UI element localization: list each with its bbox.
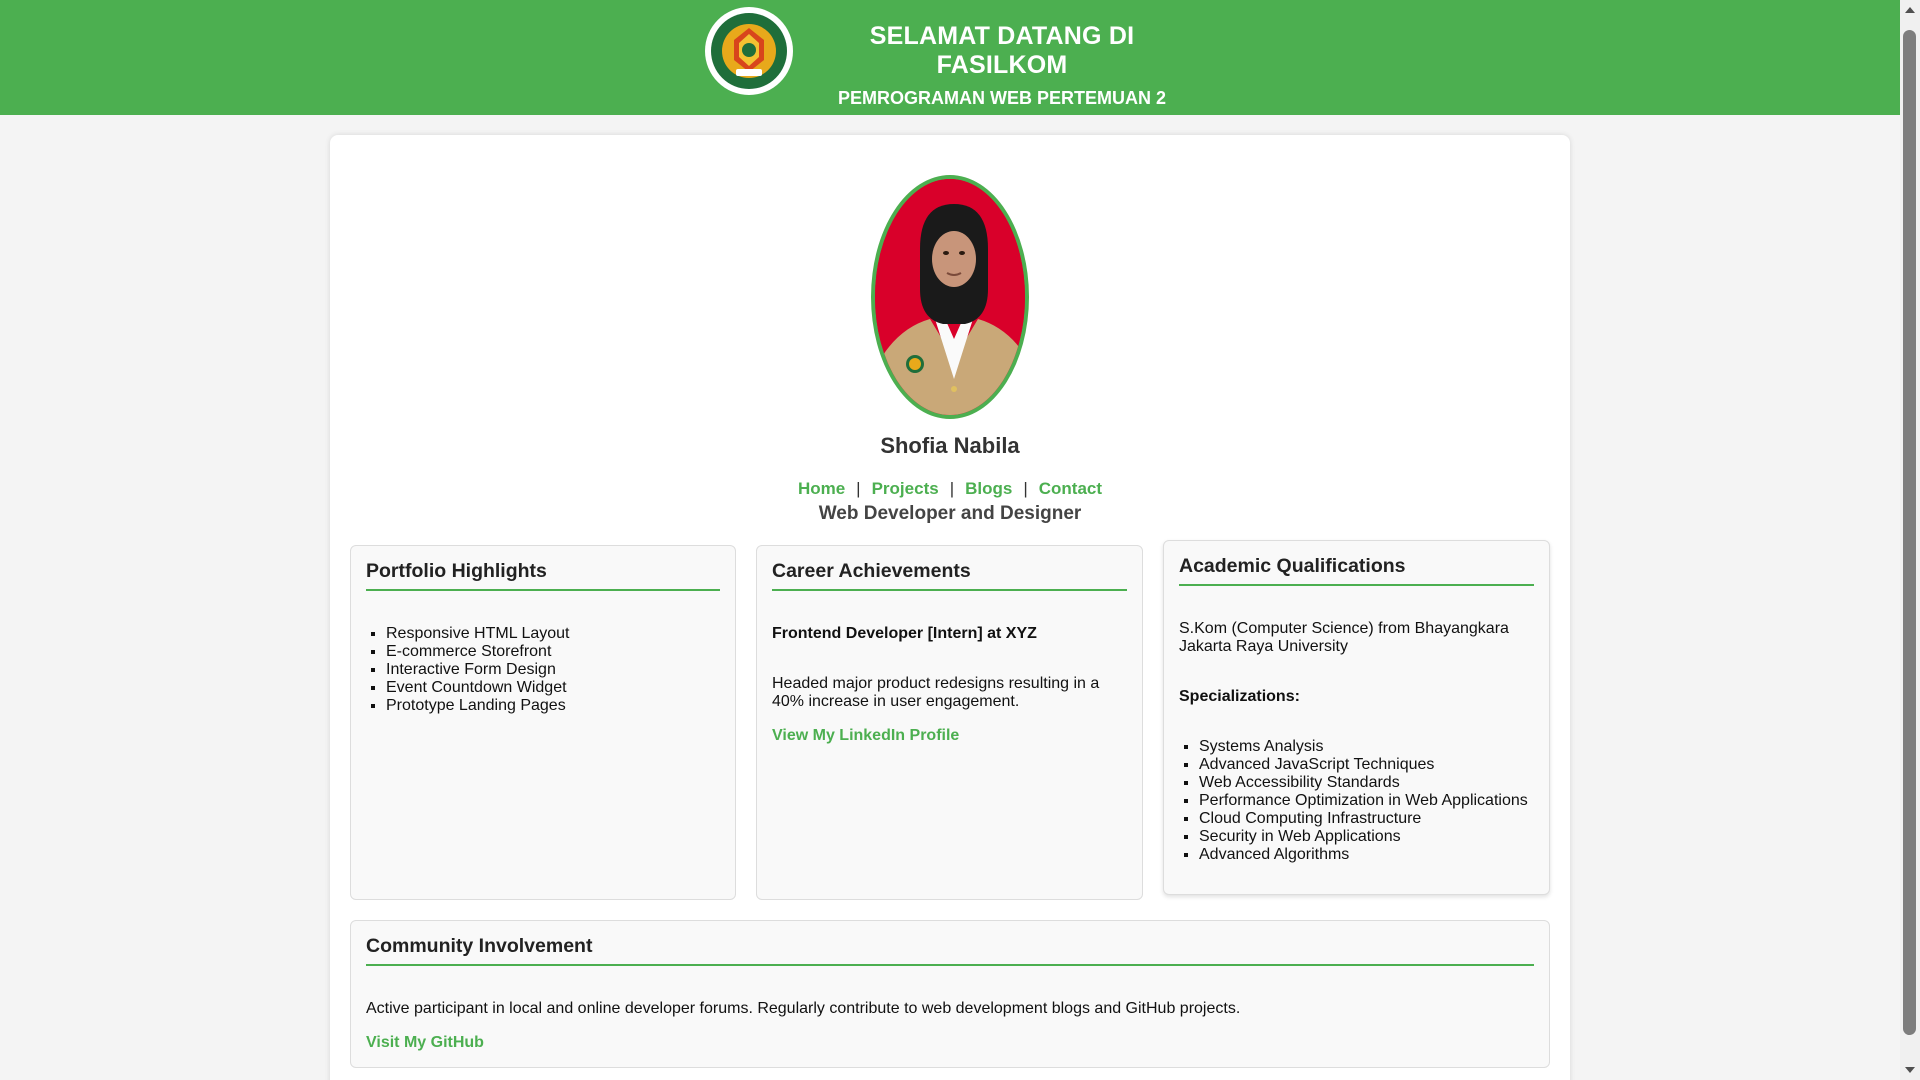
person-photo-icon [875, 179, 1025, 415]
nav-separator: | [1023, 479, 1028, 498]
scrollbar-thumb[interactable] [1903, 30, 1916, 1035]
list-item: Performance Optimization in Web Applicat… [1199, 792, 1534, 810]
profile-photo [871, 175, 1029, 419]
list-item: Advanced JavaScript Techniques [1199, 756, 1534, 774]
nav-separator: | [856, 479, 861, 498]
nav-link-home[interactable]: Home [798, 479, 845, 498]
nav-link-blogs[interactable]: Blogs [965, 479, 1012, 498]
community-title: Community Involvement [366, 935, 1534, 966]
profile-role: Web Developer and Designer [818, 503, 1082, 524]
list-item: Security in Web Applications [1199, 828, 1534, 846]
portfolio-card: Portfolio Highlights Responsive HTML Lay… [350, 545, 736, 900]
emblem-icon [716, 18, 782, 84]
portfolio-title: Portfolio Highlights [366, 560, 720, 591]
list-item: Advanced Algorithms [1199, 846, 1534, 864]
list-item: E-commerce Storefront [386, 643, 720, 661]
profile-container: Shofia Nabila Home | Projects | Blogs | Contac… [330, 135, 1570, 1080]
academic-card: Academic Qualifications S.Kom (Computer … [1163, 540, 1550, 895]
github-link[interactable]: Visit My GitHub [366, 1034, 484, 1051]
nav-link-projects[interactable]: Projects [872, 479, 939, 498]
specializations-list: Systems Analysis Advanced JavaScript Tec… [1199, 738, 1534, 864]
list-item: Prototype Landing Pages [386, 697, 720, 715]
list-item: Cloud Computing Infrastructure [1199, 810, 1534, 828]
profile-name: Shofia Nabila [880, 433, 1020, 458]
linkedin-link[interactable]: View My LinkedIn Profile [772, 727, 959, 744]
portfolio-list: Responsive HTML Layout E-commerce Storef… [386, 625, 720, 715]
list-item: Event Countdown Widget [386, 679, 720, 697]
community-card: Community Involvement Active participant… [350, 920, 1550, 1068]
logo-emblem [711, 13, 787, 89]
career-description: Headed major product redesigns resulting… [772, 675, 1100, 710]
list-item: Responsive HTML Layout [386, 625, 720, 643]
career-position: Frontend Developer [Intern] at XYZ [772, 625, 1037, 642]
scroll-down-arrow-icon[interactable] [1905, 1067, 1915, 1073]
list-item: Interactive Form Design [386, 661, 720, 679]
header-subtitle: PEMROGRAMAN WEB PERTEMUAN 2 [837, 88, 1166, 108]
community-description: Active participant in local and online d… [366, 1000, 1241, 1017]
list-item: Systems Analysis [1199, 738, 1534, 756]
vertical-scrollbar[interactable] [1900, 0, 1920, 1080]
scroll-up-arrow-icon[interactable] [1905, 7, 1915, 13]
nav-link-contact[interactable]: Contact [1039, 479, 1102, 498]
page-header: SELAMAT DATANG DI FASILKOM PEMROGRAMAN W… [0, 0, 1900, 115]
list-item: Web Accessibility Standards [1199, 774, 1534, 792]
header-title: SELAMAT DATANG DI FASILKOM [869, 22, 1135, 79]
nav-separator: | [949, 479, 955, 498]
specializations-label: Specializations: [1179, 688, 1300, 705]
profile-nav: Home | Projects | Blogs | Contact [330, 479, 1570, 499]
career-title: Career Achievements [772, 560, 1127, 591]
career-card: Career Achievements Frontend Developer [… [756, 545, 1143, 900]
academic-degree: S.Kom (Computer Science) from Bhayangkar… [1179, 620, 1509, 655]
university-logo [705, 7, 793, 95]
academic-title: Academic Qualifications [1179, 555, 1534, 586]
